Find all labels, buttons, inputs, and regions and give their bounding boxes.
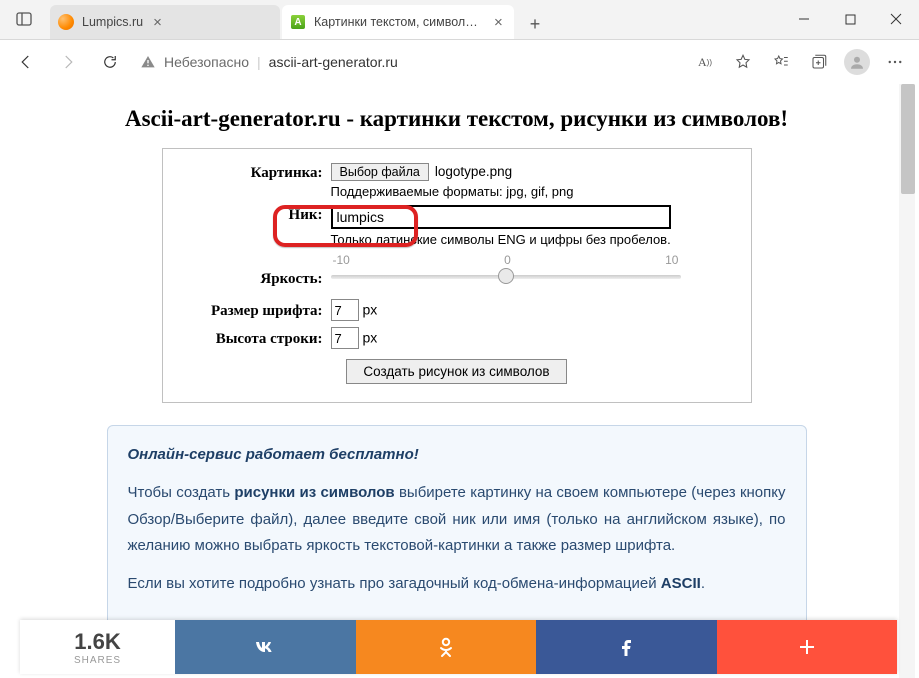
favorite-star-button[interactable]	[725, 44, 761, 80]
page-title: Ascii-art-generator.ru - картинки тексто…	[18, 106, 895, 132]
file-name: logotype.png	[435, 164, 512, 179]
tab-close-button[interactable]: ×	[494, 15, 503, 30]
plus-icon	[795, 635, 819, 659]
nick-label: Ник:	[181, 205, 331, 224]
tab-ascii-art[interactable]: A Картинки текстом, символами. ×	[282, 5, 514, 39]
share-count-number: 1.6K	[74, 629, 120, 655]
profile-button[interactable]	[839, 44, 875, 80]
slider-min-label: -10	[333, 253, 350, 267]
browser-titlebar: Lumpics.ru × A Картинки текстом, символа…	[0, 0, 919, 40]
avatar-icon	[844, 49, 870, 75]
tab-title: Lumpics.ru	[82, 15, 143, 29]
font-size-input[interactable]	[331, 299, 359, 321]
star-plus-icon	[734, 53, 752, 71]
choose-file-button[interactable]: Выбор файла	[331, 163, 429, 181]
close-icon	[890, 13, 902, 25]
window-minimize-button[interactable]	[781, 0, 827, 39]
nick-input[interactable]	[331, 205, 671, 229]
facebook-icon	[614, 635, 638, 659]
line-height-input[interactable]	[331, 327, 359, 349]
nick-hint: Только латинские символы ENG и цифры без…	[331, 232, 733, 247]
window-close-button[interactable]	[873, 0, 919, 39]
info-box: Онлайн-сервис работает бесплатно! Чтобы …	[107, 425, 807, 626]
refresh-icon	[101, 53, 119, 71]
dots-icon	[886, 53, 904, 71]
favicon-green-icon: A	[290, 14, 306, 30]
back-button[interactable]	[6, 42, 46, 82]
slider-max-label: 10	[665, 253, 678, 267]
warning-icon	[140, 54, 156, 70]
ok-icon	[434, 635, 458, 659]
tab-actions-button[interactable]	[0, 0, 48, 39]
image-hint: Поддерживаемые форматы: jpg, gif, png	[331, 184, 733, 199]
arrow-right-icon	[59, 53, 77, 71]
tab-close-button[interactable]: ×	[153, 15, 162, 30]
brightness-label: Яркость:	[181, 259, 331, 288]
image-label: Картинка:	[181, 163, 331, 182]
info-paragraph-1: Чтобы создать рисунки из символов выбире…	[128, 480, 786, 559]
info-header: Онлайн-сервис работает бесплатно!	[128, 442, 786, 468]
brightness-slider[interactable]: -10 0 10	[331, 253, 681, 293]
vk-icon	[253, 635, 277, 659]
url-host: ascii-art-generator.ru	[269, 54, 398, 70]
arrow-left-icon	[17, 53, 35, 71]
window-controls	[781, 0, 919, 39]
collections-button[interactable]	[801, 44, 837, 80]
scrollbar-track[interactable]	[899, 84, 915, 678]
info-paragraph-2: Если вы хотите подробно узнать про загад…	[128, 571, 786, 597]
tab-lumpics[interactable]: Lumpics.ru ×	[50, 5, 280, 39]
slider-thumb[interactable]	[498, 268, 514, 284]
share-more-button[interactable]	[717, 620, 898, 674]
window-maximize-button[interactable]	[827, 0, 873, 39]
url-input[interactable]: Небезопасно | ascii-art-generator.ru	[132, 46, 685, 78]
font-size-label: Размер шрифта:	[181, 301, 331, 320]
page-viewport: Ascii-art-generator.ru - картинки тексто…	[18, 84, 895, 678]
share-vk-button[interactable]	[175, 620, 356, 674]
forward-button[interactable]	[48, 42, 88, 82]
share-count-label: SHARES	[74, 655, 121, 666]
address-bar: Небезопасно | ascii-art-generator.ru A))	[0, 40, 919, 84]
collections-icon	[810, 53, 828, 71]
star-lines-icon	[772, 53, 790, 71]
refresh-button[interactable]	[90, 42, 130, 82]
insecure-label: Небезопасно	[164, 54, 249, 70]
scrollbar-thumb[interactable]	[901, 84, 915, 194]
px-label: px	[363, 302, 378, 318]
minimize-icon	[798, 13, 810, 25]
new-tab-button[interactable]: +	[520, 9, 550, 39]
tabs-icon	[16, 11, 32, 27]
generate-button[interactable]: Создать рисунок из символов	[346, 359, 566, 384]
favorites-button[interactable]	[763, 44, 799, 80]
share-ok-button[interactable]	[356, 620, 537, 674]
tab-title: Картинки текстом, символами.	[314, 15, 484, 29]
share-count: 1.6K SHARES	[20, 620, 175, 674]
px-label: px	[363, 330, 378, 346]
generator-form: Картинка: Выбор файла logotype.png Поддер…	[162, 148, 752, 403]
maximize-icon	[845, 14, 856, 25]
slider-mid-label: 0	[504, 253, 511, 267]
menu-button[interactable]	[877, 44, 913, 80]
share-fb-button[interactable]	[536, 620, 717, 674]
favicon-orange-icon	[58, 14, 74, 30]
line-height-label: Высота строки:	[181, 329, 331, 348]
share-bar: 1.6K SHARES	[20, 620, 897, 674]
read-aloud-button[interactable]: A))	[687, 44, 723, 80]
